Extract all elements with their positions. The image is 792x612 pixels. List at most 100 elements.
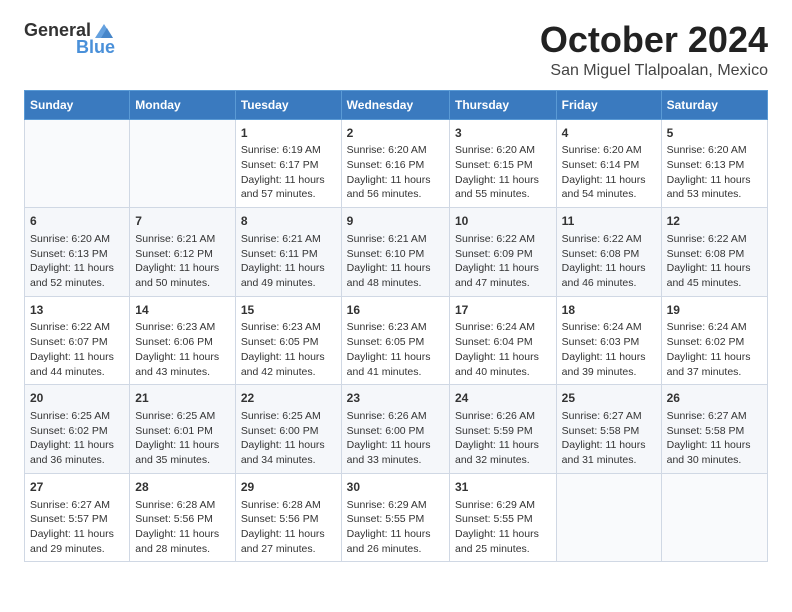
- calendar-cell: 28Sunrise: 6:28 AM Sunset: 5:56 PM Dayli…: [130, 473, 236, 562]
- day-info: Sunrise: 6:29 AM Sunset: 5:55 PM Dayligh…: [347, 498, 444, 557]
- week-row-1: 1Sunrise: 6:19 AM Sunset: 6:17 PM Daylig…: [25, 119, 768, 208]
- day-info: Sunrise: 6:24 AM Sunset: 6:04 PM Dayligh…: [455, 320, 551, 379]
- calendar-cell: 18Sunrise: 6:24 AM Sunset: 6:03 PM Dayli…: [556, 296, 661, 385]
- col-header-sunday: Sunday: [25, 90, 130, 119]
- day-info: Sunrise: 6:27 AM Sunset: 5:58 PM Dayligh…: [667, 409, 762, 468]
- col-header-monday: Monday: [130, 90, 236, 119]
- location-title: San Miguel Tlalpoalan, Mexico: [540, 62, 768, 80]
- calendar-cell: 8 Sunrise: 6:21 AM Sunset: 6:11 PM Daylig…: [235, 208, 341, 297]
- day-number: 7: [135, 213, 230, 230]
- day-number: 10: [455, 213, 551, 230]
- col-header-friday: Friday: [556, 90, 661, 119]
- calendar-cell: 25Sunrise: 6:27 AM Sunset: 5:58 PM Dayli…: [556, 385, 661, 474]
- calendar-cell: 19Sunrise: 6:24 AM Sunset: 6:02 PM Dayli…: [661, 296, 767, 385]
- calendar-cell: [556, 473, 661, 562]
- day-info: Sunrise: 6:19 AM Sunset: 6:17 PM Dayligh…: [241, 143, 336, 202]
- day-info: Sunrise: 6:20 AM Sunset: 6:14 PM Dayligh…: [562, 143, 656, 202]
- day-info: Sunrise: 6:28 AM Sunset: 5:56 PM Dayligh…: [241, 498, 336, 557]
- col-header-tuesday: Tuesday: [235, 90, 341, 119]
- day-number: 18: [562, 302, 656, 319]
- day-number: 1: [241, 125, 336, 142]
- day-info: Sunrise: 6:22 AM Sunset: 6:08 PM Dayligh…: [667, 232, 762, 291]
- calendar-cell: 5Sunrise: 6:20 AM Sunset: 6:13 PM Daylig…: [661, 119, 767, 208]
- day-info: Sunrise: 6:27 AM Sunset: 5:57 PM Dayligh…: [30, 498, 124, 557]
- calendar-cell: 4Sunrise: 6:20 AM Sunset: 6:14 PM Daylig…: [556, 119, 661, 208]
- calendar-cell: 22 Sunrise: 6:25 AM Sunset: 6:00 PM Dayli…: [235, 385, 341, 474]
- day-number: 8: [241, 213, 336, 230]
- calendar-cell: 1Sunrise: 6:19 AM Sunset: 6:17 PM Daylig…: [235, 119, 341, 208]
- day-info: Sunrise: 6:20 AM Sunset: 6:13 PM Dayligh…: [30, 232, 124, 291]
- logo-blue: Blue: [76, 38, 115, 58]
- calendar-cell: [130, 119, 236, 208]
- day-number: 21: [135, 390, 230, 407]
- calendar-cell: 20 Sunrise: 6:25 AM Sunset: 6:02 PM Dayli…: [25, 385, 130, 474]
- day-info: Sunrise: 6:21 AM Sunset: 6:10 PM Dayligh…: [347, 232, 444, 291]
- calendar-cell: 2Sunrise: 6:20 AM Sunset: 6:16 PM Daylig…: [341, 119, 449, 208]
- calendar-cell: 27Sunrise: 6:27 AM Sunset: 5:57 PM Dayli…: [25, 473, 130, 562]
- week-row-2: 6 Sunrise: 6:20 AM Sunset: 6:13 PM Daylig…: [25, 208, 768, 297]
- day-number: 17: [455, 302, 551, 319]
- day-info: Sunrise: 6:28 AM Sunset: 5:56 PM Dayligh…: [135, 498, 230, 557]
- day-number: 31: [455, 479, 551, 496]
- day-info: Sunrise: 6:20 AM Sunset: 6:15 PM Dayligh…: [455, 143, 551, 202]
- day-info: Sunrise: 6:25 AM Sunset: 6:00 PM Dayligh…: [241, 409, 336, 468]
- day-number: 5: [667, 125, 762, 142]
- calendar-cell: 31Sunrise: 6:29 AM Sunset: 5:55 PM Dayli…: [449, 473, 556, 562]
- calendar-cell: 12 Sunrise: 6:22 AM Sunset: 6:08 PM Dayli…: [661, 208, 767, 297]
- week-row-3: 13Sunrise: 6:22 AM Sunset: 6:07 PM Dayli…: [25, 296, 768, 385]
- month-title: October 2024: [540, 20, 768, 60]
- calendar-cell: 16Sunrise: 6:23 AM Sunset: 6:05 PM Dayli…: [341, 296, 449, 385]
- day-number: 23: [347, 390, 444, 407]
- calendar-table: SundayMondayTuesdayWednesdayThursdayFrid…: [24, 90, 768, 563]
- calendar-cell: 17Sunrise: 6:24 AM Sunset: 6:04 PM Dayli…: [449, 296, 556, 385]
- day-number: 11: [562, 213, 656, 230]
- day-number: 13: [30, 302, 124, 319]
- day-number: 12: [667, 213, 762, 230]
- header-row: SundayMondayTuesdayWednesdayThursdayFrid…: [25, 90, 768, 119]
- week-row-4: 20 Sunrise: 6:25 AM Sunset: 6:02 PM Dayli…: [25, 385, 768, 474]
- day-info: Sunrise: 6:25 AM Sunset: 6:01 PM Dayligh…: [135, 409, 230, 468]
- day-number: 26: [667, 390, 762, 407]
- day-info: Sunrise: 6:22 AM Sunset: 6:07 PM Dayligh…: [30, 320, 124, 379]
- calendar-cell: 9 Sunrise: 6:21 AM Sunset: 6:10 PM Daylig…: [341, 208, 449, 297]
- day-number: 9: [347, 213, 444, 230]
- col-header-saturday: Saturday: [661, 90, 767, 119]
- day-number: 14: [135, 302, 230, 319]
- day-info: Sunrise: 6:21 AM Sunset: 6:11 PM Dayligh…: [241, 232, 336, 291]
- calendar-cell: 6 Sunrise: 6:20 AM Sunset: 6:13 PM Daylig…: [25, 208, 130, 297]
- day-info: Sunrise: 6:20 AM Sunset: 6:16 PM Dayligh…: [347, 143, 444, 202]
- day-number: 3: [455, 125, 551, 142]
- day-number: 29: [241, 479, 336, 496]
- day-info: Sunrise: 6:23 AM Sunset: 6:05 PM Dayligh…: [347, 320, 444, 379]
- title-area: October 2024 San Miguel Tlalpoalan, Mexi…: [540, 20, 768, 80]
- calendar-cell: 14Sunrise: 6:23 AM Sunset: 6:06 PM Dayli…: [130, 296, 236, 385]
- week-row-5: 27Sunrise: 6:27 AM Sunset: 5:57 PM Dayli…: [25, 473, 768, 562]
- day-number: 6: [30, 213, 124, 230]
- calendar-cell: 21 Sunrise: 6:25 AM Sunset: 6:01 PM Dayli…: [130, 385, 236, 474]
- day-info: Sunrise: 6:22 AM Sunset: 6:08 PM Dayligh…: [562, 232, 656, 291]
- calendar-cell: 24 Sunrise: 6:26 AM Sunset: 5:59 PM Dayli…: [449, 385, 556, 474]
- day-info: Sunrise: 6:21 AM Sunset: 6:12 PM Dayligh…: [135, 232, 230, 291]
- calendar-cell: [661, 473, 767, 562]
- calendar-cell: 30Sunrise: 6:29 AM Sunset: 5:55 PM Dayli…: [341, 473, 449, 562]
- calendar-cell: 3Sunrise: 6:20 AM Sunset: 6:15 PM Daylig…: [449, 119, 556, 208]
- calendar-cell: 10 Sunrise: 6:22 AM Sunset: 6:09 PM Dayli…: [449, 208, 556, 297]
- day-number: 2: [347, 125, 444, 142]
- day-info: Sunrise: 6:24 AM Sunset: 6:02 PM Dayligh…: [667, 320, 762, 379]
- calendar-cell: [25, 119, 130, 208]
- day-number: 24: [455, 390, 551, 407]
- day-number: 22: [241, 390, 336, 407]
- day-info: Sunrise: 6:22 AM Sunset: 6:09 PM Dayligh…: [455, 232, 551, 291]
- calendar-cell: 11 Sunrise: 6:22 AM Sunset: 6:08 PM Dayli…: [556, 208, 661, 297]
- day-info: Sunrise: 6:20 AM Sunset: 6:13 PM Dayligh…: [667, 143, 762, 202]
- day-info: Sunrise: 6:26 AM Sunset: 5:59 PM Dayligh…: [455, 409, 551, 468]
- day-info: Sunrise: 6:25 AM Sunset: 6:02 PM Dayligh…: [30, 409, 124, 468]
- day-number: 15: [241, 302, 336, 319]
- calendar-cell: 29 Sunrise: 6:28 AM Sunset: 5:56 PM Dayli…: [235, 473, 341, 562]
- day-number: 20: [30, 390, 124, 407]
- day-info: Sunrise: 6:23 AM Sunset: 6:05 PM Dayligh…: [241, 320, 336, 379]
- calendar-cell: 26 Sunrise: 6:27 AM Sunset: 5:58 PM Dayli…: [661, 385, 767, 474]
- day-number: 19: [667, 302, 762, 319]
- day-info: Sunrise: 6:24 AM Sunset: 6:03 PM Dayligh…: [562, 320, 656, 379]
- calendar-cell: 23Sunrise: 6:26 AM Sunset: 6:00 PM Dayli…: [341, 385, 449, 474]
